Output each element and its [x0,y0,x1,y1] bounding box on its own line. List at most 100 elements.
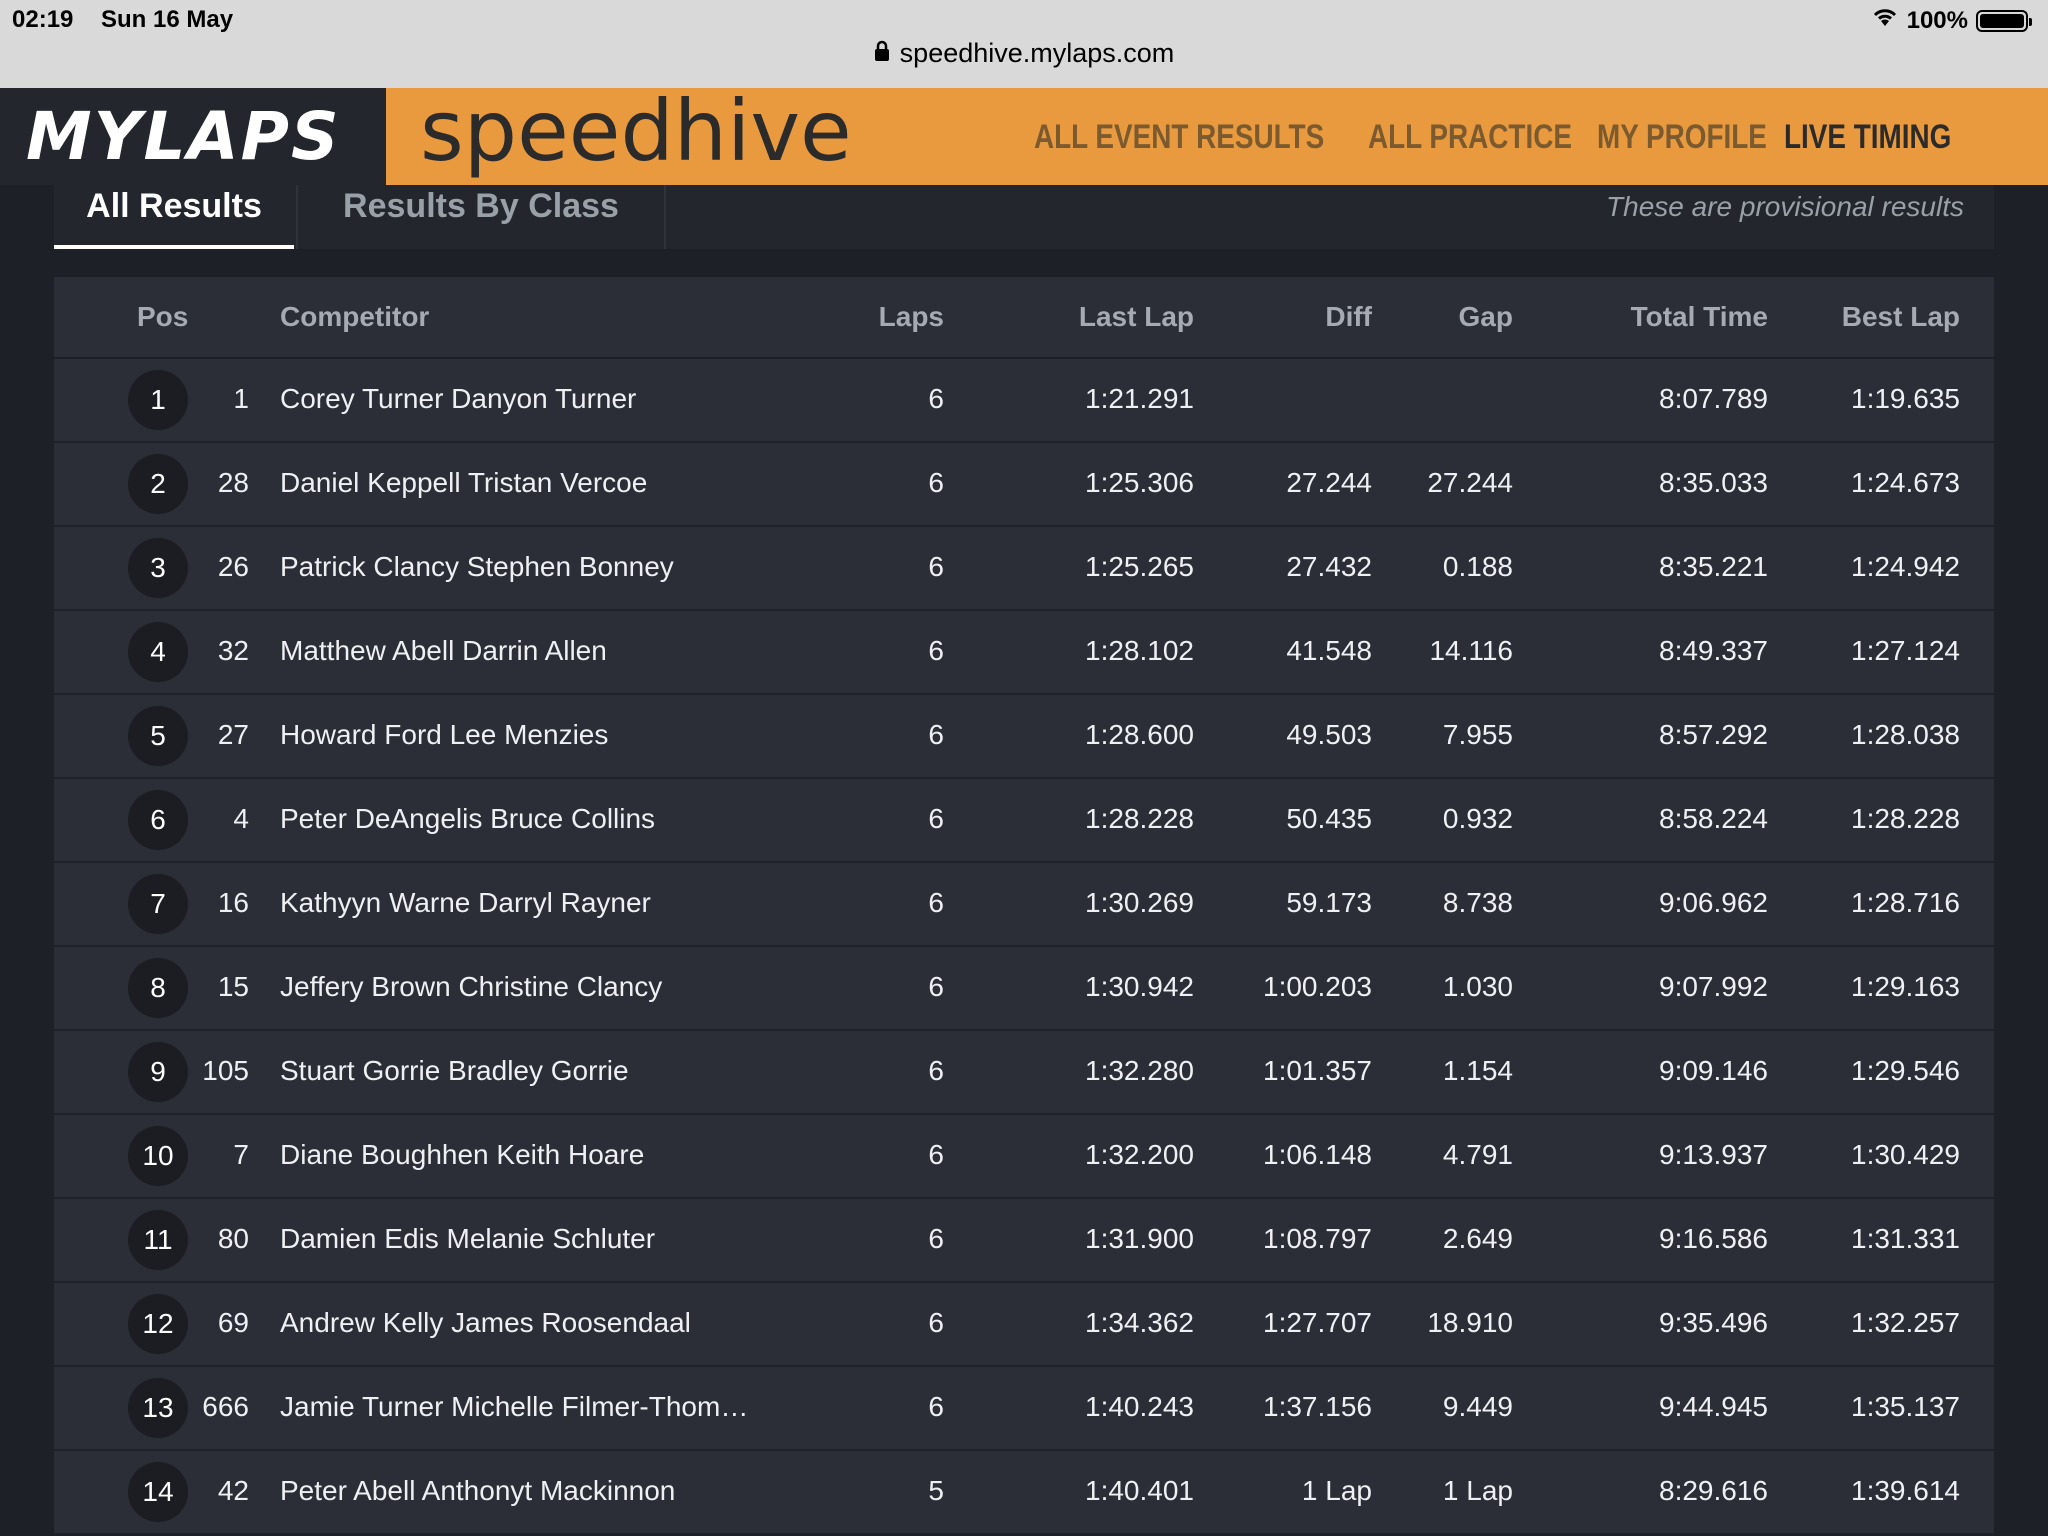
lock-icon [874,38,890,69]
position-badge: 6 [128,790,188,850]
col-pos[interactable]: Pos [137,301,188,333]
row-total-time: 8:35.033 [1659,467,1768,498]
table-row[interactable]: 9 105 Stuart Gorrie Bradley Gorrie 6 1:32.28… [54,1031,1994,1115]
tab-all-results[interactable]: All Results [54,185,294,249]
row-diff: 59.173 [1286,887,1372,918]
table-row[interactable]: 14 42 Peter Abell Anthonyt Mackinnon 5 1:40.… [54,1451,1994,1535]
row-competitor: Patrick Clancy Stephen Bonney [280,551,674,582]
row-total-time: 8:57.292 [1659,719,1768,750]
row-total-time: 9:09.146 [1659,1055,1768,1086]
table-row[interactable]: 10 7 Diane Boughhen Keith Hoare 6 1:32.200 1:… [54,1115,1994,1199]
row-number: 4 [233,803,249,834]
row-best-lap: 1:24.942 [1851,551,1960,582]
col-diff[interactable]: Diff [1325,301,1372,333]
position-badge: 12 [128,1294,188,1354]
position-badge: 1 [128,370,188,430]
row-laps: 6 [928,887,944,918]
row-competitor: Stuart Gorrie Bradley Gorrie [280,1055,629,1086]
url-bar[interactable]: speedhive.mylaps.com [0,38,2048,69]
col-gap[interactable]: Gap [1459,301,1513,333]
nav-all-event-results[interactable]: ALL EVENT RESULTS [1034,118,1324,157]
row-diff: 50.435 [1286,803,1372,834]
row-competitor: Peter Abell Anthonyt Mackinnon [280,1475,676,1506]
url-text: speedhive.mylaps.com [899,38,1175,68]
row-best-lap: 1:31.331 [1851,1223,1960,1254]
nav-my-profile[interactable]: MY PROFILE [1597,118,1767,157]
status-time: 02:19 [12,6,74,33]
status-date: Sun 16 May [101,6,234,33]
row-total-time: 9:35.496 [1659,1307,1768,1338]
position-badge: 4 [128,622,188,682]
row-best-lap: 1:27.124 [1851,635,1960,666]
col-total-time[interactable]: Total Time [1631,301,1768,333]
row-laps: 6 [928,803,944,834]
table-row[interactable]: 2 28 Daniel Keppell Tristan Vercoe 6 1:25.30… [54,443,1994,527]
row-gap: 14.116 [1429,635,1513,666]
table-row[interactable]: 6 4 Peter DeAngelis Bruce Collins 6 1:28.228… [54,779,1994,863]
row-diff: 27.432 [1286,551,1372,582]
position-badge: 8 [128,958,188,1018]
table-row[interactable]: 1 1 Corey Turner Danyon Turner 6 1:21.291 8:0… [54,359,1994,443]
row-last-lap: 1:25.265 [1085,551,1194,582]
row-laps: 6 [928,467,944,498]
row-total-time: 8:49.337 [1659,635,1768,666]
table-row[interactable]: 5 27 Howard Ford Lee Menzies 6 1:28.600 49.50… [54,695,1994,779]
row-laps: 5 [928,1475,944,1506]
status-indicators: 100% [1871,6,2032,35]
position-badge: 2 [128,454,188,514]
table-row[interactable]: 11 80 Damien Edis Melanie Schluter 6 1:31.90… [54,1199,1994,1283]
row-number: 69 [217,1307,249,1338]
results-tabs: All Results Results By Class These are p… [54,185,1994,249]
row-laps: 6 [928,1307,944,1338]
table-row[interactable]: 8 15 Jeffery Brown Christine Clancy 6 1:30.9… [54,947,1994,1031]
row-best-lap: 1:19.635 [1851,383,1960,414]
col-best-lap[interactable]: Best Lap [1842,301,1960,333]
table-body: 1 1 Corey Turner Danyon Turner 6 1:21.291 8:0… [54,359,1994,1535]
row-laps: 6 [928,1391,944,1422]
table-row[interactable]: 12 69 Andrew Kelly James Roosendaal 6 1:34.3… [54,1283,1994,1367]
mylaps-logo[interactable]: MYLAPS [0,88,386,185]
row-gap: 8.738 [1442,887,1513,918]
position-badge: 10 [128,1126,188,1186]
site-header: MYLAPS speedhive ALL EVENT RESULTS ALL P… [0,82,2048,185]
row-last-lap: 1:32.280 [1085,1055,1194,1086]
row-competitor: Diane Boughhen Keith Hoare [280,1139,645,1170]
row-best-lap: 1:29.546 [1851,1055,1960,1086]
col-competitor[interactable]: Competitor [280,301,429,333]
row-best-lap: 1:39.614 [1851,1475,1960,1506]
row-last-lap: 1:40.243 [1085,1391,1194,1422]
col-last-lap[interactable]: Last Lap [1079,301,1194,333]
row-diff: 1:37.156 [1263,1391,1372,1422]
row-competitor: Peter DeAngelis Bruce Collins [280,803,656,834]
table-header: Pos Competitor Laps Last Lap Diff Gap To… [54,277,1994,359]
row-best-lap: 1:29.163 [1851,971,1960,1002]
col-laps[interactable]: Laps [879,301,944,333]
row-laps: 6 [928,1055,944,1086]
nav-live-timing[interactable]: LIVE TIMING [1784,118,1951,157]
speedhive-brand[interactable]: speedhive [420,82,852,180]
row-diff: 1:27.707 [1263,1307,1372,1338]
row-competitor: Howard Ford Lee Menzies [280,719,609,750]
table-row[interactable]: 13 666 Jamie Turner Michelle Filmer-Thom… 6… [54,1367,1994,1451]
row-gap: 0.932 [1442,803,1513,834]
row-gap: 1.030 [1442,971,1513,1002]
results-table: Pos Competitor Laps Last Lap Diff Gap To… [54,277,1994,1535]
row-gap: 27.244 [1427,467,1513,498]
table-row[interactable]: 7 16 Kathyyn Warne Darryl Rayner 6 1:30.269 5… [54,863,1994,947]
table-row[interactable]: 4 32 Matthew Abell Darrin Allen 6 1:28.102 41… [54,611,1994,695]
row-last-lap: 1:34.362 [1085,1307,1194,1338]
row-competitor: Corey Turner Danyon Turner [280,383,637,414]
provisional-notice: These are provisional results [1606,191,1964,222]
table-row[interactable]: 3 26 Patrick Clancy Stephen Bonney 6 1:25.26… [54,527,1994,611]
row-best-lap: 1:32.257 [1851,1307,1960,1338]
row-number: 16 [217,887,249,918]
row-best-lap: 1:35.137 [1851,1391,1960,1422]
battery-percent: 100% [1906,6,1968,34]
row-last-lap: 1:30.269 [1085,887,1194,918]
row-laps: 6 [928,551,944,582]
tab-results-by-class[interactable]: Results By Class [296,185,666,249]
mylaps-logo-text: MYLAPS [26,98,341,175]
row-competitor: Andrew Kelly James Roosendaal [280,1307,691,1338]
nav-all-practice[interactable]: ALL PRACTICE [1368,118,1572,157]
row-competitor: Daniel Keppell Tristan Vercoe [280,467,648,498]
